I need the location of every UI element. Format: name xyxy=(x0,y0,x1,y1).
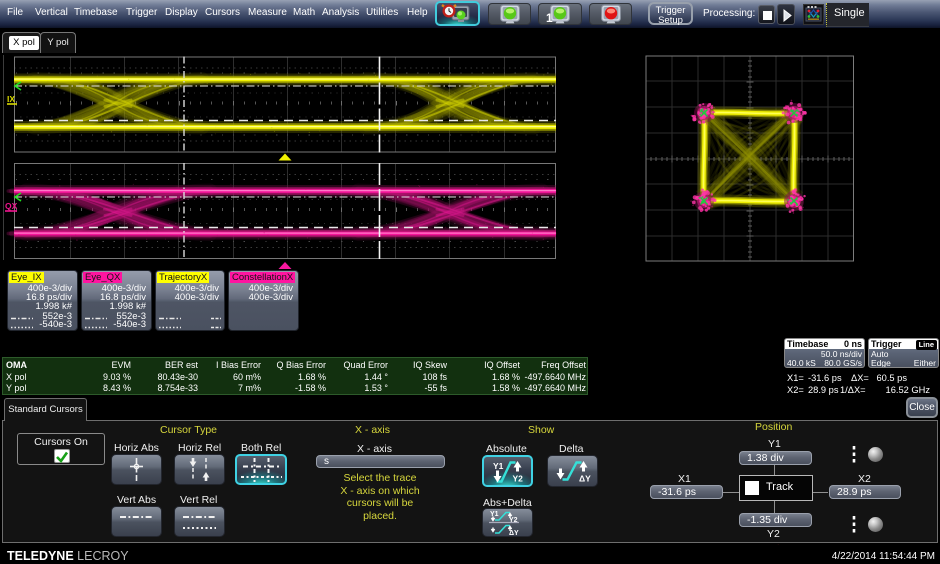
svg-text:QX: QX xyxy=(5,201,18,211)
svg-text:IX: IX xyxy=(7,94,15,104)
svg-text:ΔY: ΔY xyxy=(579,474,591,484)
svg-text:Y1: Y1 xyxy=(493,461,504,471)
svg-text:Y2: Y2 xyxy=(513,474,524,484)
svg-text:ΔY: ΔY xyxy=(509,530,519,536)
svg-text:Y1: Y1 xyxy=(490,511,499,518)
